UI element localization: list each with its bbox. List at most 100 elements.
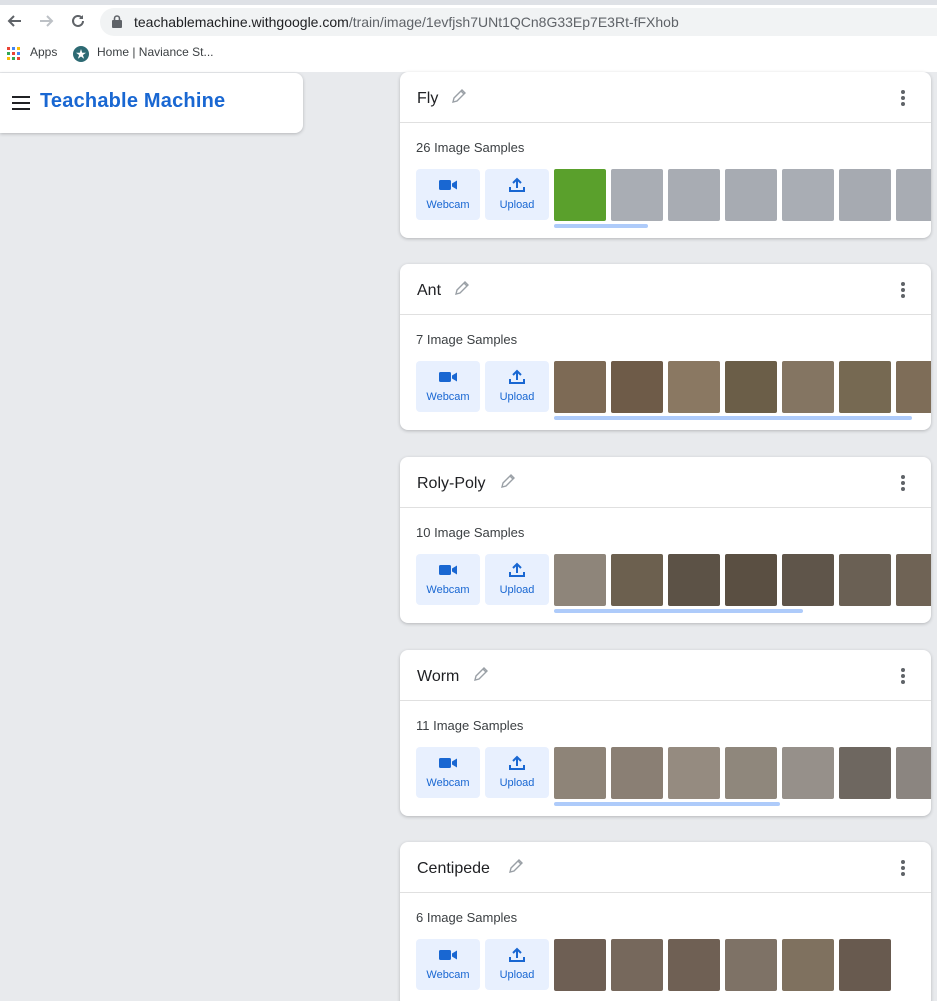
webcam-icon — [416, 562, 480, 578]
webcam-label: Webcam — [426, 199, 470, 211]
sample-thumbnail[interactable] — [896, 361, 931, 413]
webcam-button[interactable]: Webcam — [416, 169, 480, 220]
sample-count: 7 Image Samples — [416, 332, 518, 347]
upload-label: Upload — [499, 969, 535, 981]
class-name[interactable]: Fly — [417, 90, 438, 108]
sample-thumbnail[interactable] — [782, 361, 834, 413]
sample-scrollbar[interactable] — [554, 609, 803, 613]
more-options-icon[interactable] — [900, 282, 906, 298]
edit-pencil-icon[interactable] — [507, 857, 525, 875]
more-options-icon[interactable] — [900, 668, 906, 684]
sample-thumbnail[interactable] — [668, 939, 720, 991]
more-options-icon[interactable] — [900, 475, 906, 491]
webcam-button[interactable]: Webcam — [416, 361, 480, 412]
sample-thumbnail[interactable] — [668, 554, 720, 606]
sample-thumbnail[interactable] — [725, 169, 777, 221]
sample-thumbnail[interactable] — [725, 554, 777, 606]
sample-thumbnail[interactable] — [725, 939, 777, 991]
sample-thumbnail[interactable] — [611, 361, 663, 413]
app-title[interactable]: Teachable Machine — [40, 90, 225, 113]
upload-icon — [485, 755, 549, 771]
sample-thumbnail[interactable] — [611, 747, 663, 799]
edit-pencil-icon[interactable] — [472, 665, 490, 683]
sample-count: 10 Image Samples — [416, 525, 525, 540]
more-options-icon[interactable] — [900, 90, 906, 106]
upload-button[interactable]: Upload — [485, 169, 549, 220]
webcam-icon — [416, 177, 480, 193]
sample-strip — [554, 747, 931, 799]
class-name[interactable]: Centipede — [417, 860, 490, 878]
sample-thumbnail[interactable] — [839, 361, 891, 413]
sample-count: 11 Image Samples — [416, 718, 524, 733]
upload-label: Upload — [499, 199, 535, 211]
webcam-label: Webcam — [426, 584, 470, 596]
sample-thumbnail[interactable] — [839, 747, 891, 799]
sample-thumbnail[interactable] — [554, 747, 606, 799]
webcam-button[interactable]: Webcam — [416, 747, 480, 798]
upload-label: Upload — [499, 777, 535, 789]
bookmark-apps[interactable]: Apps — [30, 45, 57, 59]
upload-icon — [485, 177, 549, 193]
webcam-label: Webcam — [426, 969, 470, 981]
edit-pencil-icon[interactable] — [499, 472, 517, 490]
sample-thumbnail[interactable] — [668, 747, 720, 799]
webcam-button[interactable]: Webcam — [416, 939, 480, 990]
sample-thumbnail[interactable] — [668, 169, 720, 221]
class-name[interactable]: Roly-Poly — [417, 475, 485, 493]
sample-thumbnail[interactable] — [611, 554, 663, 606]
class-card-header: Fly — [400, 72, 931, 123]
sample-thumbnail[interactable] — [725, 747, 777, 799]
sample-scrollbar[interactable] — [554, 224, 648, 228]
naviance-icon — [73, 46, 89, 62]
back-icon[interactable] — [4, 12, 26, 32]
class-name[interactable]: Worm — [417, 668, 459, 686]
sample-thumbnail[interactable] — [725, 361, 777, 413]
class-card: Roly-Poly 10 Image Samples Webcam Upload — [400, 457, 931, 623]
forward-icon[interactable] — [35, 12, 57, 32]
sample-thumbnail[interactable] — [839, 554, 891, 606]
webcam-icon — [416, 369, 480, 385]
sample-thumbnail[interactable] — [839, 939, 891, 991]
upload-icon — [485, 947, 549, 963]
reload-icon[interactable] — [67, 12, 89, 32]
upload-button[interactable]: Upload — [485, 939, 549, 990]
class-card: Fly 26 Image Samples Webcam Upload — [400, 72, 931, 238]
sample-thumbnail[interactable] — [554, 939, 606, 991]
sample-thumbnail[interactable] — [611, 169, 663, 221]
webcam-icon — [416, 947, 480, 963]
bookmark-naviance[interactable]: Home | Naviance St... — [97, 45, 214, 59]
more-options-icon[interactable] — [900, 860, 906, 876]
upload-label: Upload — [499, 391, 535, 403]
sample-scrollbar[interactable] — [554, 802, 780, 806]
sample-count: 6 Image Samples — [416, 910, 518, 925]
webcam-label: Webcam — [426, 391, 470, 403]
sample-thumbnail[interactable] — [782, 554, 834, 606]
class-card-header: Ant — [400, 264, 931, 315]
upload-button[interactable]: Upload — [485, 747, 549, 798]
sample-thumbnail[interactable] — [896, 169, 931, 221]
sample-thumbnail[interactable] — [896, 747, 931, 799]
app-header: Teachable Machine — [0, 73, 303, 133]
hamburger-menu-icon[interactable] — [12, 96, 30, 110]
url-text: teachablemachine.withgoogle.com/train/im… — [134, 14, 679, 30]
sample-thumbnail[interactable] — [668, 361, 720, 413]
sample-thumbnail[interactable] — [839, 169, 891, 221]
edit-pencil-icon[interactable] — [450, 87, 468, 105]
sample-thumbnail[interactable] — [782, 939, 834, 991]
sample-thumbnail[interactable] — [782, 747, 834, 799]
sample-thumbnail[interactable] — [896, 554, 931, 606]
sample-thumbnail[interactable] — [554, 554, 606, 606]
sample-thumbnail[interactable] — [782, 169, 834, 221]
upload-icon — [485, 562, 549, 578]
upload-button[interactable]: Upload — [485, 554, 549, 605]
sample-thumbnail[interactable] — [611, 939, 663, 991]
sample-thumbnail[interactable] — [554, 169, 606, 221]
class-name[interactable]: Ant — [417, 282, 441, 300]
sample-scrollbar[interactable] — [554, 416, 912, 420]
upload-button[interactable]: Upload — [485, 361, 549, 412]
class-card-header: Roly-Poly — [400, 457, 931, 508]
webcam-button[interactable]: Webcam — [416, 554, 480, 605]
edit-pencil-icon[interactable] — [453, 279, 471, 297]
sample-thumbnail[interactable] — [554, 361, 606, 413]
address-bar[interactable]: teachablemachine.withgoogle.com/train/im… — [100, 8, 937, 36]
